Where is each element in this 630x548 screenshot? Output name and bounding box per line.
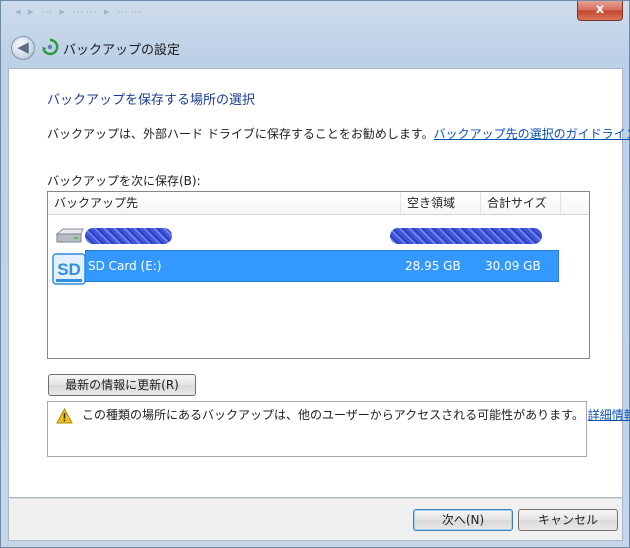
content-panel: バックアップを保存する場所の選択 バックアップは、外部ハード ドライブに保存する… bbox=[8, 68, 630, 498]
backup-settings-window: ◂ ▸ ⋯ ▸ ⋯⋯ ▸ ⋯⋯ x ◀ バックアップの設定 バックアップを保存す… bbox=[0, 0, 630, 548]
drive-free-space: 28.95 GB bbox=[405, 259, 461, 273]
warning-text: この種類の場所にあるバックアップは、他のユーザーからアクセスされる可能性がありま… bbox=[82, 408, 584, 422]
title-bar: ◂ ▸ ⋯ ▸ ⋯⋯ ▸ ⋯⋯ x bbox=[1, 1, 629, 27]
title-bar-ghost-path: ◂ ▸ ⋯ ▸ ⋯⋯ ▸ ⋯⋯ bbox=[15, 5, 144, 18]
save-to-label: バックアップを次に保存(B): bbox=[47, 174, 201, 188]
list-item-selected[interactable]: SD SD Card (E:) 28.95 GB 30.09 GB bbox=[48, 249, 561, 285]
close-button[interactable]: x bbox=[577, 1, 623, 21]
list-item[interactable] bbox=[48, 219, 561, 249]
cancel-button[interactable]: キャンセル bbox=[518, 509, 618, 531]
drive-total-size: 30.09 GB bbox=[485, 259, 541, 273]
back-button[interactable]: ◀ bbox=[11, 36, 35, 60]
column-header-free-space[interactable]: 空き領域 bbox=[401, 192, 481, 214]
button-bar: 次へ(N) キャンセル bbox=[8, 498, 623, 541]
backup-destination-list[interactable]: バックアップ先 空き領域 合計サイズ SD SD Card (E:) 28.95… bbox=[47, 191, 590, 359]
page-heading: バックアップを保存する場所の選択 bbox=[47, 93, 256, 108]
backup-app-icon bbox=[42, 38, 59, 56]
warning-panel: この種類の場所にあるバックアップは、他のユーザーからアクセスされる可能性がありま… bbox=[47, 401, 630, 457]
sd-card-icon: SD bbox=[52, 253, 86, 285]
window-title: バックアップの設定 bbox=[63, 43, 181, 58]
list-header: バックアップ先 空き領域 合計サイズ bbox=[48, 192, 589, 215]
refresh-button[interactable]: 最新の情報に更新(R) bbox=[48, 374, 196, 396]
guideline-link[interactable]: バックアップ先の選択のガイドライン bbox=[434, 127, 630, 141]
svg-text:SD: SD bbox=[57, 260, 81, 279]
hard-drive-icon bbox=[55, 228, 84, 243]
next-button[interactable]: 次へ(N) bbox=[413, 509, 513, 531]
description-label: バックアップは、外部ハード ドライブに保存することをお勧めします。 bbox=[47, 127, 434, 141]
description-text: バックアップは、外部ハード ドライブに保存することをお勧めします。バックアップ先… bbox=[47, 125, 630, 142]
redacted-drive-name bbox=[85, 228, 172, 244]
redacted-drive-size bbox=[390, 228, 542, 244]
warning-message: この種類の場所にあるバックアップは、他のユーザーからアクセスされる可能性がありま… bbox=[82, 406, 630, 423]
warning-icon bbox=[56, 408, 73, 424]
drive-name: SD Card (E:) bbox=[88, 259, 162, 273]
column-header-destination[interactable]: バックアップ先 bbox=[48, 192, 401, 214]
details-link[interactable]: 詳細情報 bbox=[588, 408, 630, 422]
back-arrow-icon: ◀ bbox=[17, 38, 29, 56]
column-header-total-size[interactable]: 合計サイズ bbox=[481, 192, 561, 214]
